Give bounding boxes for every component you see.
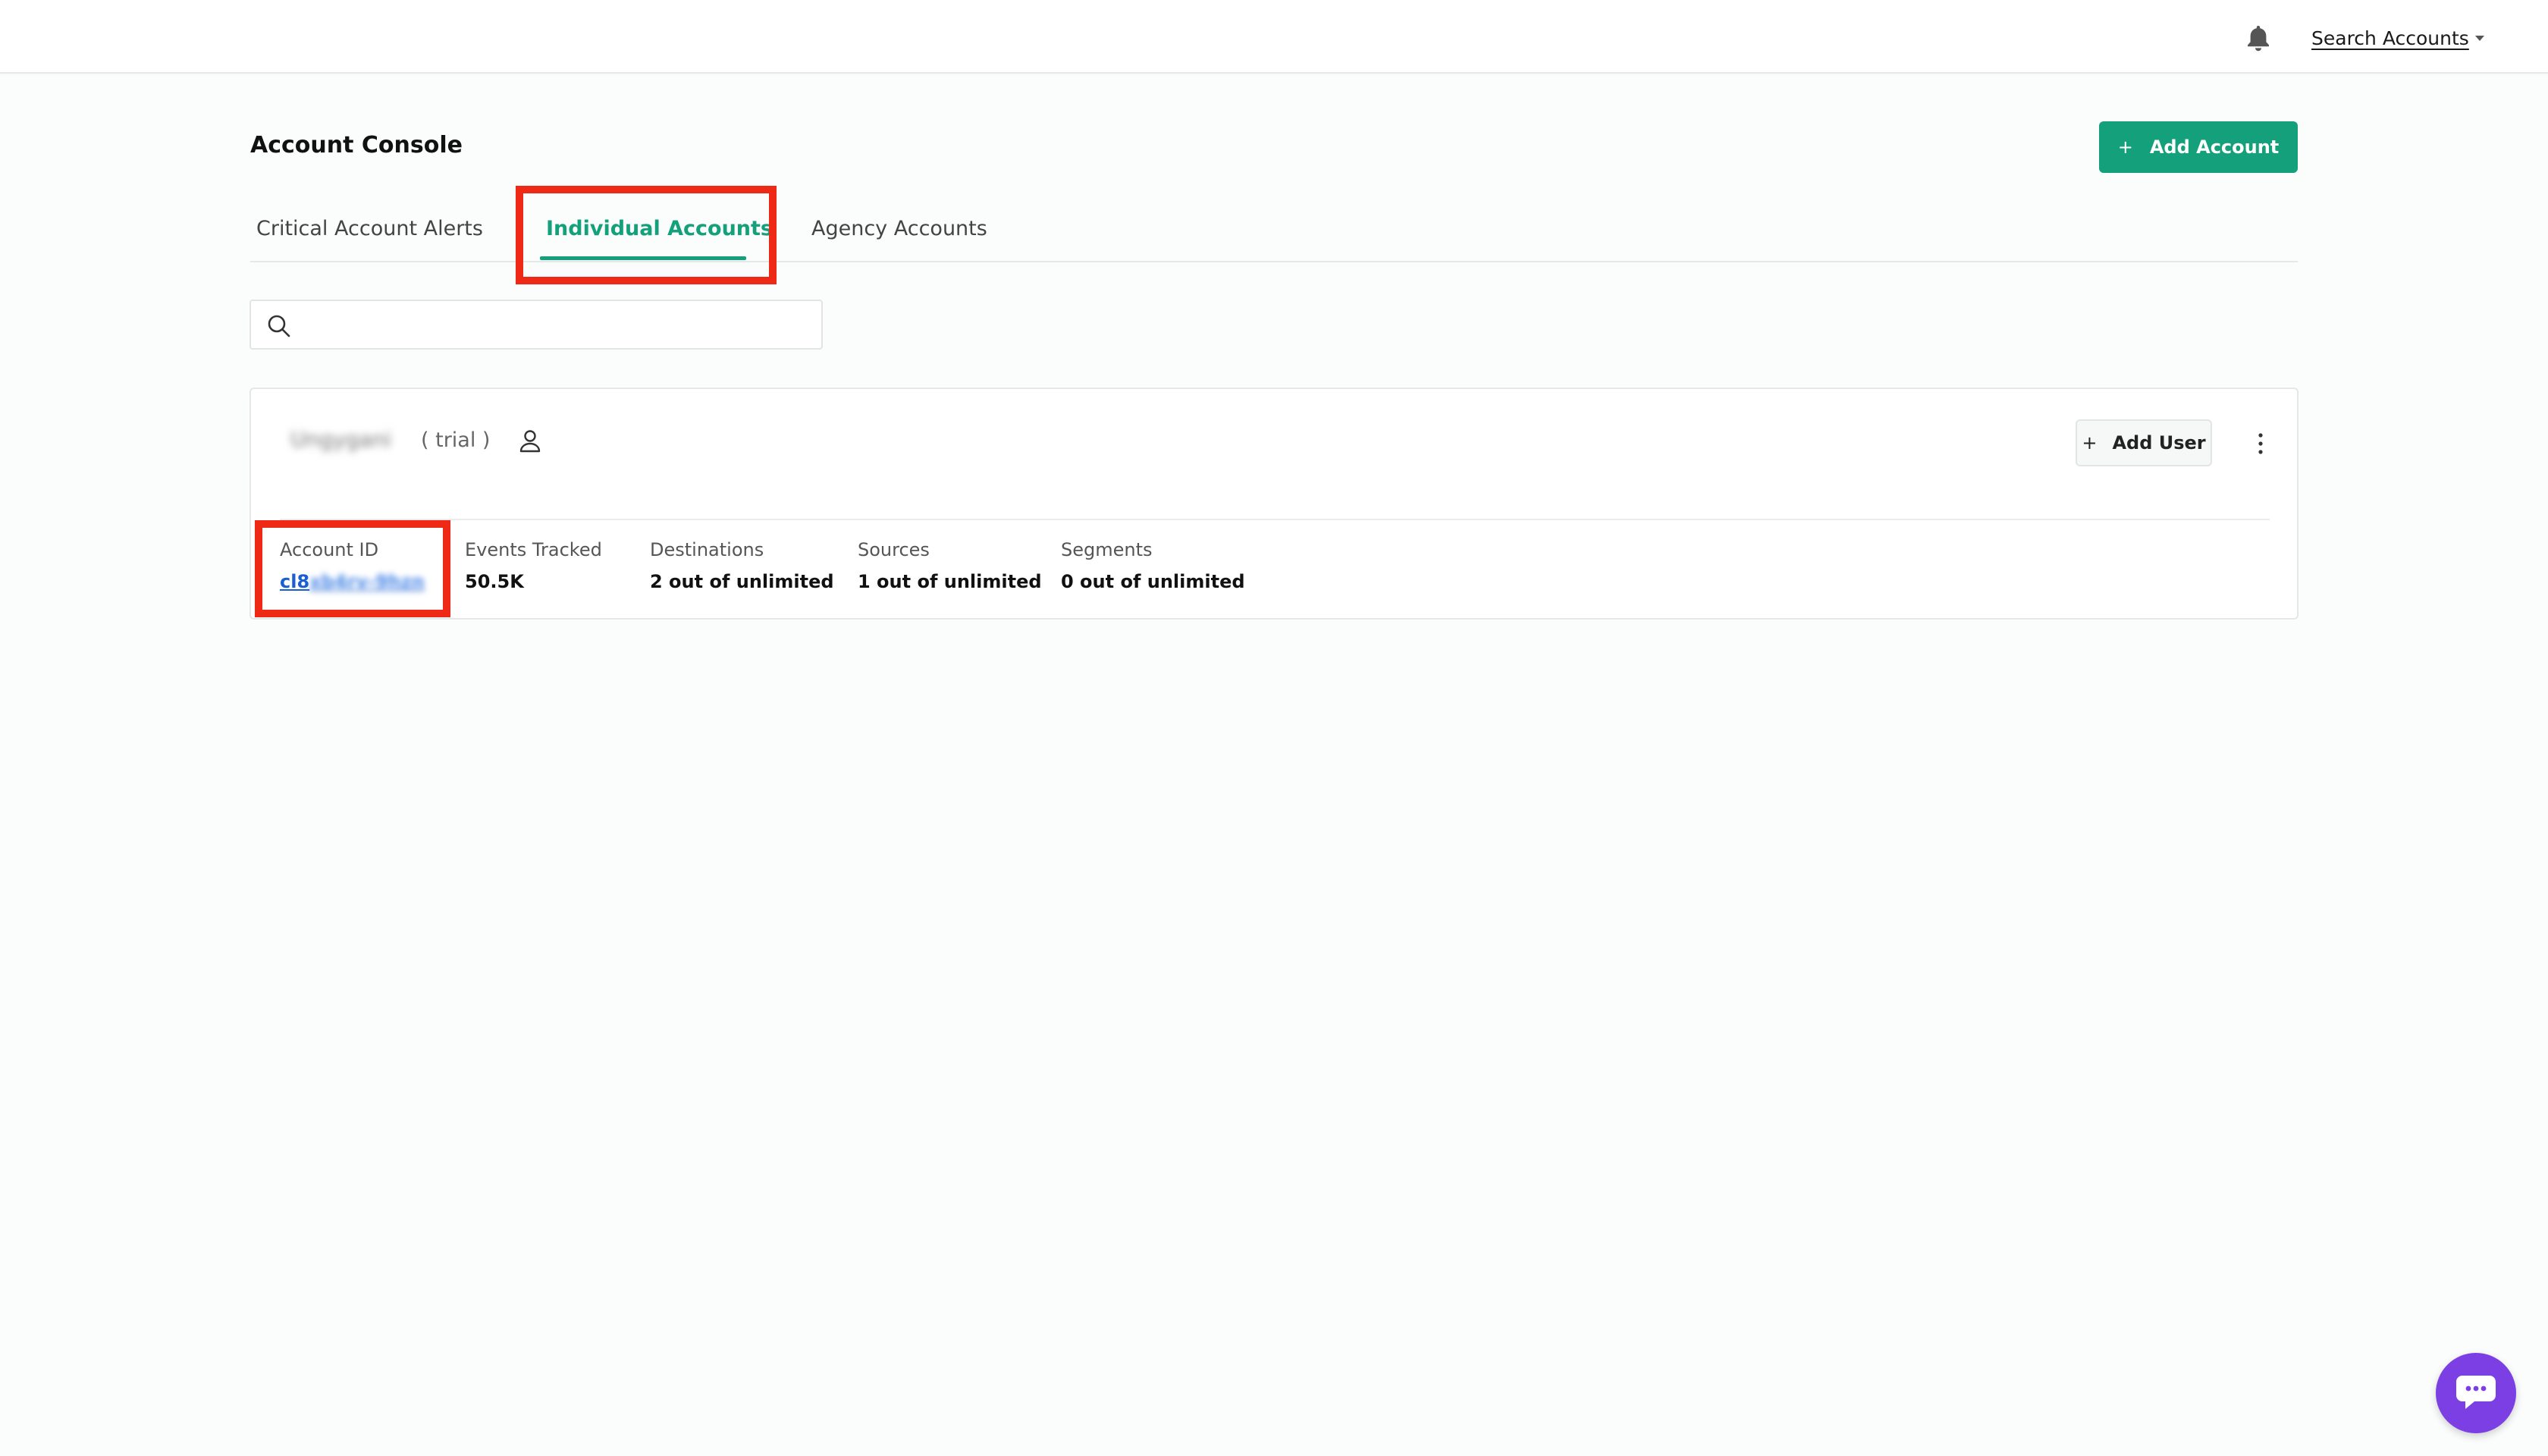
search-accounts-label: Search Accounts <box>2311 27 2469 49</box>
segments-label: Segments <box>1061 539 1153 560</box>
caret-down-icon <box>2474 35 2484 41</box>
active-tab-indicator <box>540 256 746 260</box>
account-id-rest: xb4rv-9hzn <box>309 571 425 592</box>
plus-icon: + <box>2082 432 2098 453</box>
sources-label: Sources <box>858 539 930 560</box>
search-icon <box>268 315 290 337</box>
stat-segments: Segments 0 out of unlimited <box>1061 539 1245 592</box>
add-user-button[interactable]: + Add User <box>2076 419 2212 466</box>
account-id-link[interactable]: cl8xb4rv-9hzn <box>280 571 425 592</box>
search-input[interactable] <box>304 309 808 342</box>
chat-launcher-button[interactable] <box>2436 1353 2516 1433</box>
stat-sources: Sources 1 out of unlimited <box>858 539 1042 592</box>
page-title: Account Console <box>250 132 463 158</box>
kebab-menu-icon[interactable] <box>2253 428 2268 459</box>
stat-destinations: Destinations 2 out of unlimited <box>650 539 834 592</box>
account-tabs: Critical Account Alerts Individual Accou… <box>250 197 2298 262</box>
events-tracked-value: 50.5K <box>465 571 524 592</box>
events-tracked-label: Events Tracked <box>465 539 602 560</box>
tab-critical-account-alerts[interactable]: Critical Account Alerts <box>256 217 483 240</box>
account-id-prefix: cl8 <box>280 571 310 592</box>
bell-icon[interactable] <box>2245 23 2272 53</box>
add-user-label: Add User <box>2112 432 2206 453</box>
search-accounts-dropdown[interactable]: Search Accounts <box>2311 23 2484 53</box>
top-bar: Search Accounts <box>0 0 2548 74</box>
tab-agency-accounts[interactable]: Agency Accounts <box>811 217 987 240</box>
chat-bubble-icon <box>2456 1376 2496 1409</box>
destinations-value: 2 out of unlimited <box>650 571 834 592</box>
account-name[interactable]: Ungygani <box>290 427 391 452</box>
add-account-button[interactable]: + Add Account <box>2099 121 2298 173</box>
destinations-label: Destinations <box>650 539 764 560</box>
stat-account-id: Account ID cl8xb4rv-9hzn <box>280 539 425 592</box>
account-card: Ungygani ( trial ) + Add User Account ID… <box>249 388 2299 620</box>
account-status: ( trial ) <box>421 428 491 452</box>
plus-icon: + <box>2117 136 2133 158</box>
user-icon[interactable] <box>518 428 542 454</box>
account-search[interactable] <box>249 300 823 350</box>
add-account-label: Add Account <box>2149 136 2280 158</box>
tab-individual-accounts[interactable]: Individual Accounts <box>546 217 773 240</box>
card-divider <box>280 519 2270 520</box>
sources-value: 1 out of unlimited <box>858 571 1042 592</box>
stat-events-tracked: Events Tracked 50.5K <box>465 539 602 592</box>
segments-value: 0 out of unlimited <box>1061 571 1245 592</box>
account-id-label: Account ID <box>280 539 379 560</box>
